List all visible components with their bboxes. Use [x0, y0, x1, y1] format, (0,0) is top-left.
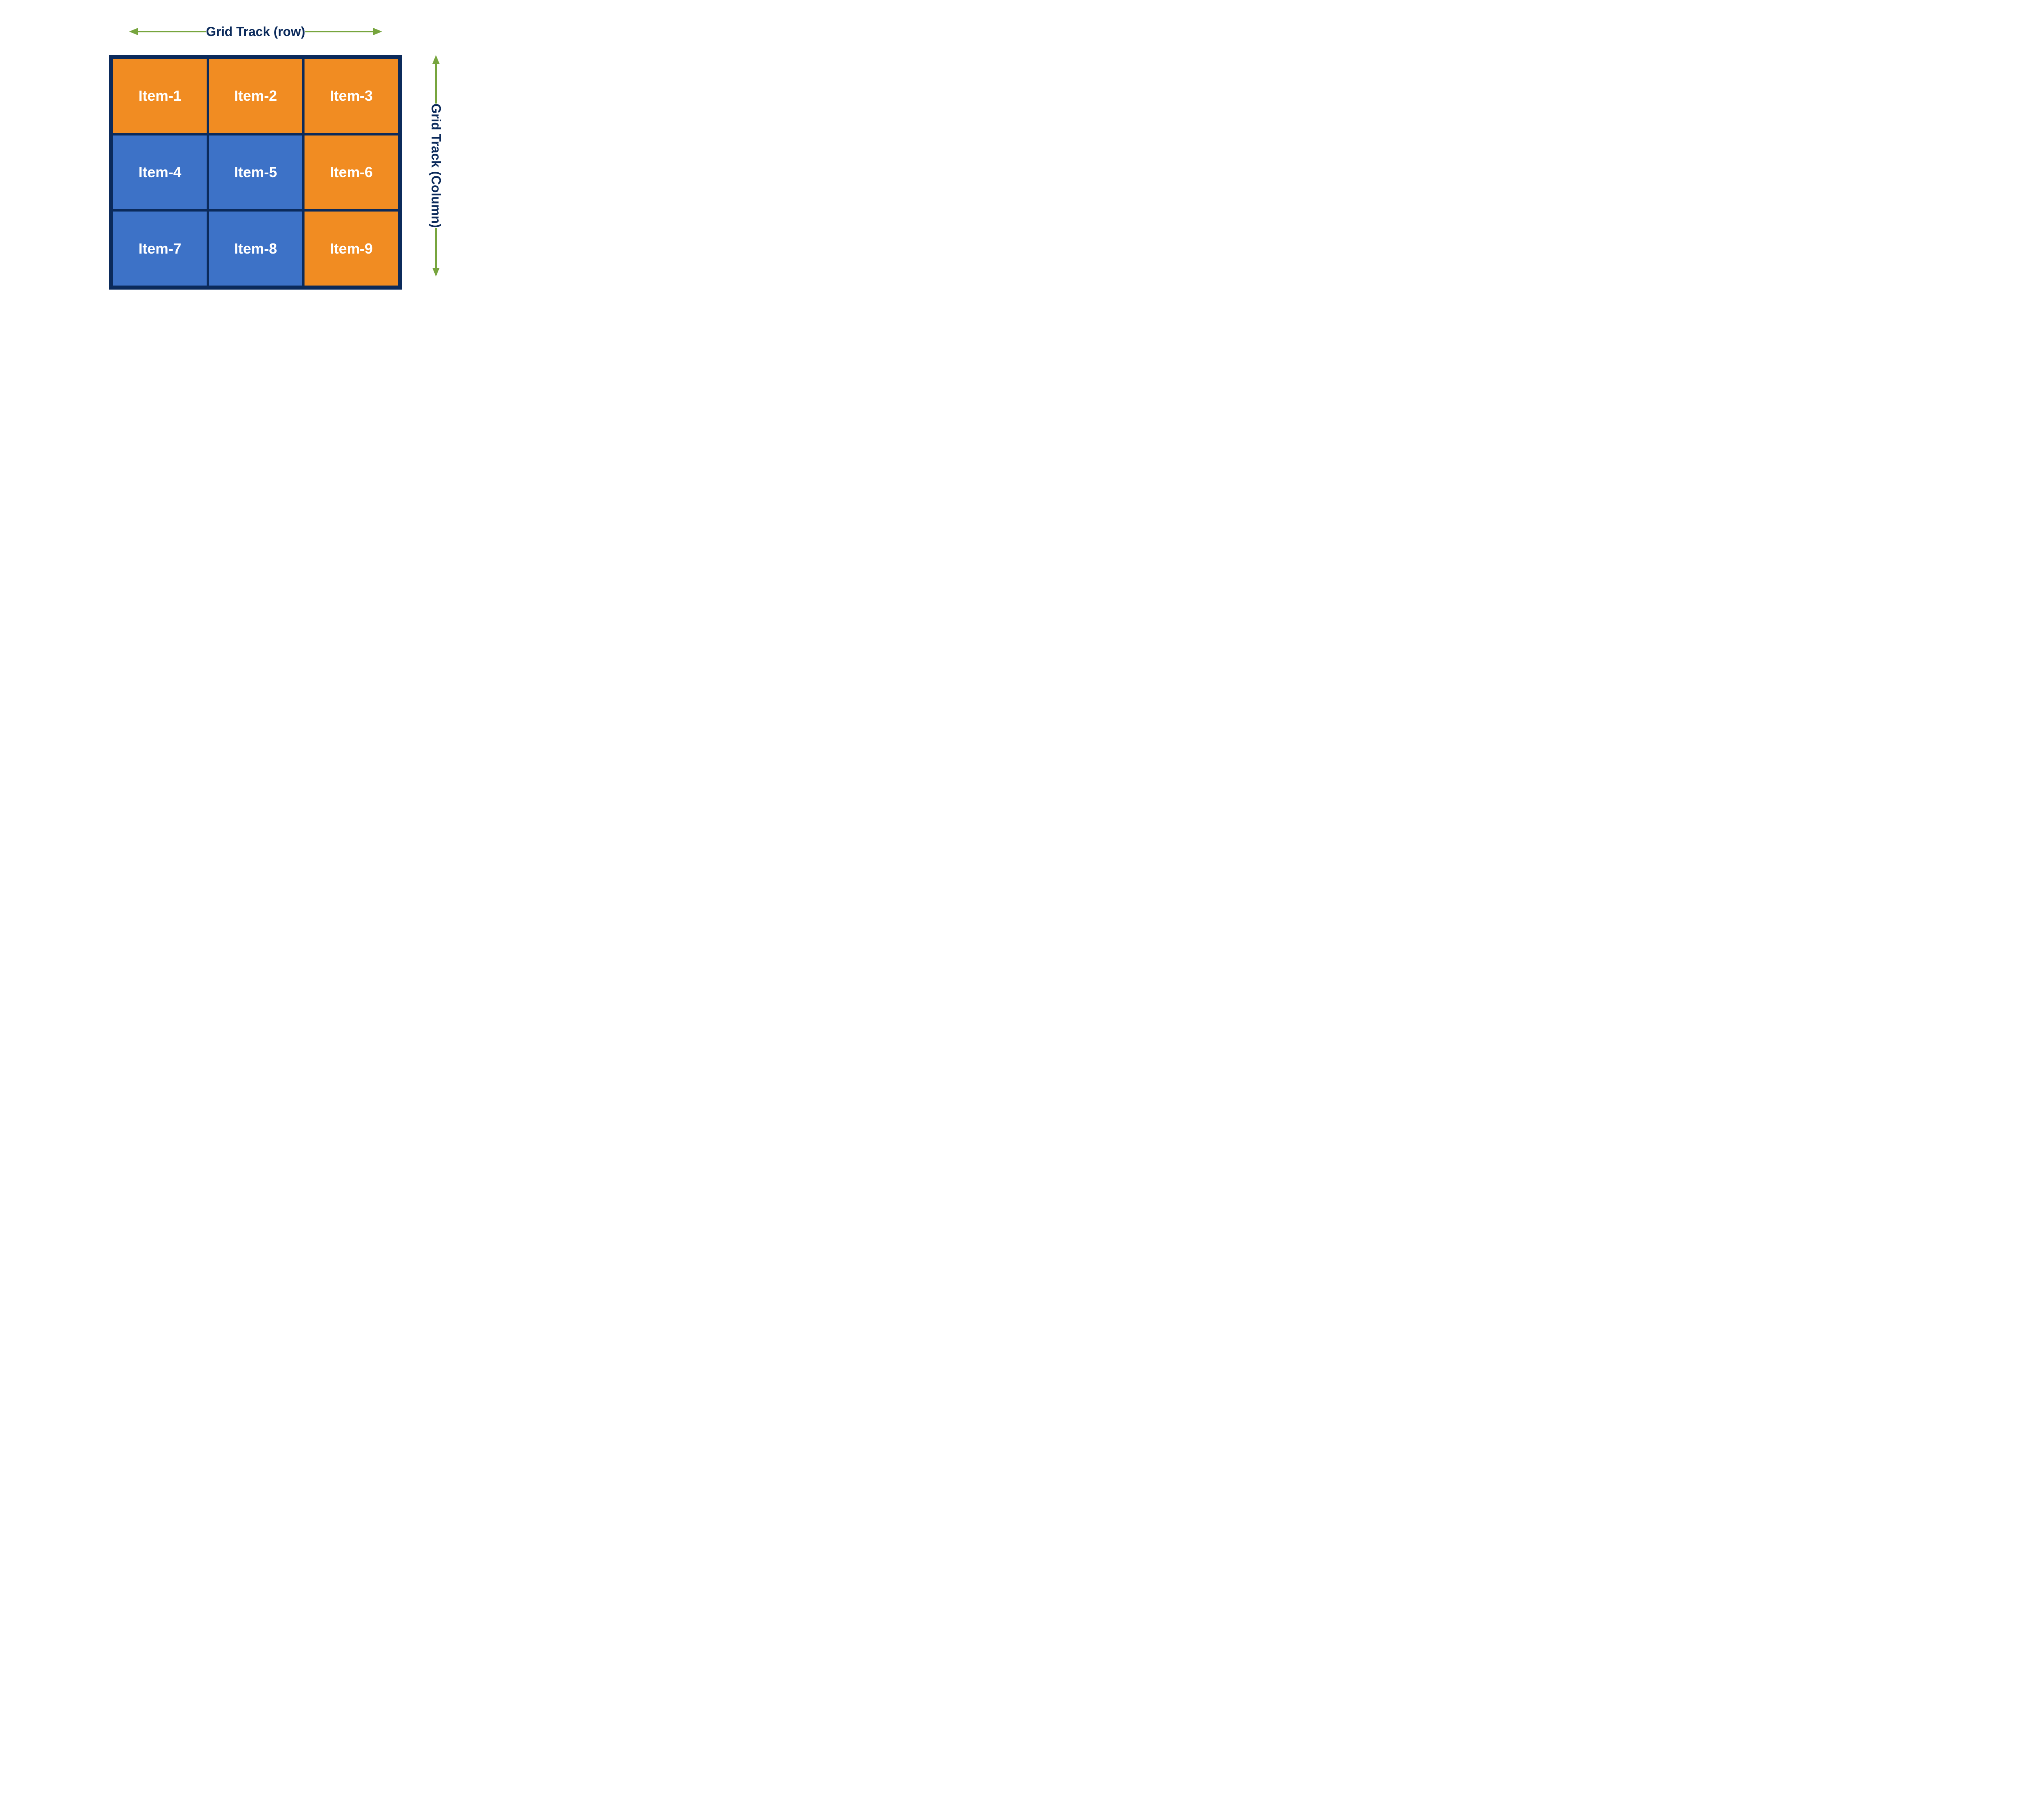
- grid-item-label: Item-8: [234, 240, 277, 257]
- grid-item-9: Item-9: [303, 210, 399, 287]
- arrow-left-icon: [129, 27, 206, 36]
- grid-item-label: Item-9: [330, 240, 373, 257]
- arrow-right-icon: [305, 27, 382, 36]
- grid-item-label: Item-5: [234, 164, 277, 181]
- grid-item-label: Item-7: [138, 240, 181, 257]
- arrow-up-icon: [431, 55, 441, 104]
- grid-item-6: Item-6: [303, 134, 399, 211]
- grid-item-5: Item-5: [208, 134, 304, 211]
- grid-item-label: Item-2: [234, 87, 277, 104]
- grid-item-4: Item-4: [112, 134, 208, 211]
- column-track-indicator: Grid Track (Column): [416, 55, 456, 290]
- row-track-label: Grid Track (row): [206, 24, 305, 39]
- grid-item-label: Item-4: [138, 164, 181, 181]
- grid-item-2: Item-2: [208, 58, 304, 134]
- grid-item-8: Item-8: [208, 210, 304, 287]
- grid-item-label: Item-3: [330, 87, 373, 104]
- arrow-down-icon: [431, 228, 441, 277]
- grid-container: Item-1 Item-2 Item-3 Item-4 Item-5 Item-…: [109, 55, 402, 290]
- grid-item-label: Item-1: [138, 87, 181, 104]
- grid-item-1: Item-1: [112, 58, 208, 134]
- row-track-indicator: Grid Track (row): [109, 19, 402, 44]
- grid-item-3: Item-3: [303, 58, 399, 134]
- column-track-label: Grid Track (Column): [429, 104, 444, 228]
- grid-item-label: Item-6: [330, 164, 373, 181]
- diagram-canvas: Grid Track (row) Grid Track (Column) Ite…: [0, 0, 621, 349]
- grid-item-7: Item-7: [112, 210, 208, 287]
